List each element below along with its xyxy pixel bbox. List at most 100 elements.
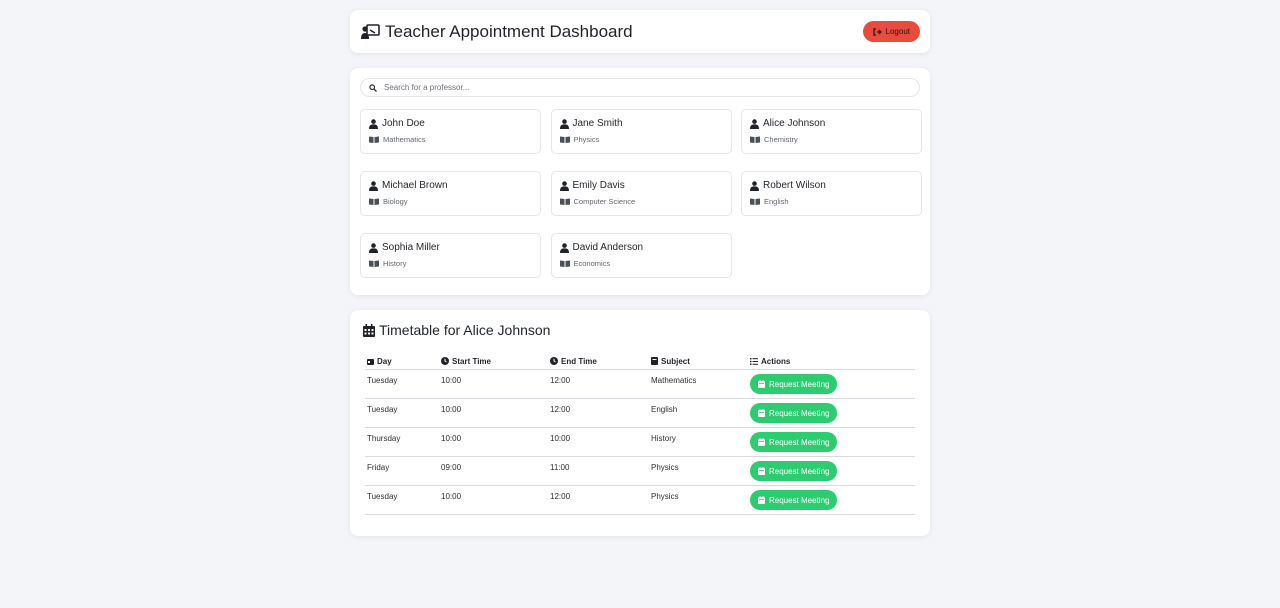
cell-text: Tuesday — [367, 376, 398, 385]
professor-name: John Doe — [382, 118, 425, 129]
page-title-text: Teacher Appointment Dashboard — [385, 21, 633, 41]
cell-end: 12:00 — [548, 369, 649, 399]
table-header-row: Day Start Time End Time Subject Actions — [365, 354, 915, 370]
calendar-plus-icon — [758, 380, 765, 388]
book-icon — [750, 136, 760, 143]
professor-name: Sophia Miller — [382, 242, 440, 253]
page-title: Teacher Appointment Dashboard — [361, 22, 633, 42]
cell-text: Friday — [367, 463, 390, 472]
cell-end: 12:00 — [548, 398, 649, 428]
cell-actions: Request Meeting — [748, 398, 915, 428]
request-meeting-button[interactable]: Request Meeting — [750, 490, 838, 510]
list-icon — [750, 358, 758, 365]
professor-subject: English — [764, 197, 789, 206]
cell-text: 10:00 — [441, 434, 462, 443]
cell-text: 10:00 — [441, 492, 462, 501]
cell-text: 11:00 — [550, 463, 570, 472]
cell-day: Tuesday — [365, 398, 439, 428]
cell-actions: Request Meeting — [748, 369, 915, 399]
cell-text: 12:00 — [550, 492, 571, 501]
column-label: Subject — [661, 357, 690, 366]
search-input[interactable] — [382, 82, 911, 93]
search-bar — [360, 78, 920, 97]
cell-day: Tuesday — [365, 369, 439, 399]
professor-card[interactable]: Michael Brown Biology — [360, 171, 541, 216]
table-row: Friday 09:00 11:00 Physics Request Meeti… — [365, 456, 915, 486]
cell-subject: Physics — [649, 456, 748, 486]
header: Teacher Appointment Dashboard Logout — [350, 10, 930, 53]
professor-name-row: John Doe — [369, 118, 532, 129]
calendar-plus-icon — [758, 467, 765, 475]
book-icon — [559, 260, 570, 267]
book-icon — [559, 198, 570, 205]
professor-card[interactable]: Alice Johnson Chemistry — [741, 109, 922, 154]
cell-actions: Request Meeting — [748, 485, 915, 515]
request-meeting-label: Request Meeting — [769, 408, 830, 418]
timetable-title: Timetable for Alice Johnson — [363, 322, 915, 338]
column-header-start: Start Time — [439, 354, 548, 370]
column-label: Day — [377, 357, 392, 366]
user-icon — [750, 118, 759, 129]
book-icon — [369, 260, 379, 267]
book-icon — [559, 136, 570, 143]
request-meeting-label: Request Meeting — [769, 437, 830, 447]
timetable-title-text: Timetable for Alice Johnson — [379, 322, 551, 338]
calendar-plus-icon — [758, 496, 765, 504]
clock-icon — [550, 357, 558, 365]
cell-subject: History — [649, 427, 748, 457]
professor-subject: History — [383, 259, 407, 268]
logout-label: Logout — [885, 27, 910, 36]
professor-card[interactable]: Sophia Miller History — [360, 233, 541, 278]
table-row: Tuesday 10:00 12:00 English Request Meet… — [365, 398, 915, 428]
column-header-end: End Time — [548, 354, 649, 370]
professor-panel: John Doe Mathematics Jane Smith Physics — [350, 68, 930, 295]
professor-name-row: David Anderson — [559, 242, 723, 253]
cell-subject: Physics — [649, 485, 748, 515]
book-icon — [369, 136, 379, 143]
cell-actions: Request Meeting — [748, 456, 915, 486]
user-icon — [369, 118, 378, 129]
cell-text: 10:00 — [550, 434, 571, 443]
professor-card[interactable]: Emily Davis Computer Science — [550, 171, 732, 216]
calendar-day-icon — [367, 359, 374, 365]
book-icon — [651, 357, 658, 365]
column-header-day: Day — [365, 354, 439, 370]
professor-subject: Physics — [573, 135, 600, 144]
cell-text: 12:00 — [550, 376, 571, 385]
professor-subject-row: Chemistry — [750, 135, 913, 144]
professor-name-row: Michael Brown — [369, 180, 532, 191]
request-meeting-button[interactable]: Request Meeting — [750, 374, 838, 394]
professor-subject: Computer Science — [573, 197, 636, 206]
cell-actions: Request Meeting — [748, 427, 915, 457]
cell-day: Friday — [365, 456, 439, 486]
professor-subject-row: English — [750, 197, 913, 206]
calendar-icon — [363, 323, 375, 337]
cell-end: 10:00 — [548, 427, 649, 457]
column-label: End Time — [561, 357, 597, 366]
professor-name: David Anderson — [572, 242, 644, 253]
professor-subject-row: Biology — [369, 197, 532, 206]
cell-text: 12:00 — [550, 405, 571, 414]
cell-text: Physics — [651, 492, 679, 501]
professor-name-row: Robert Wilson — [750, 180, 913, 191]
request-meeting-button[interactable]: Request Meeting — [750, 403, 838, 423]
request-meeting-button[interactable]: Request Meeting — [750, 461, 838, 481]
professor-card[interactable]: Robert Wilson English — [741, 171, 922, 216]
professor-grid: John Doe Mathematics Jane Smith Physics — [360, 109, 922, 278]
professor-subject: Biology — [383, 197, 408, 206]
professor-name-row: Jane Smith — [559, 118, 723, 129]
logout-button[interactable]: Logout — [862, 21, 920, 42]
cell-day: Tuesday — [365, 485, 439, 515]
user-icon — [559, 242, 569, 253]
cell-subject: English — [649, 398, 748, 428]
professor-card[interactable]: John Doe Mathematics — [360, 109, 541, 154]
professor-card[interactable]: David Anderson Economics — [550, 233, 732, 278]
request-meeting-button[interactable]: Request Meeting — [750, 432, 838, 452]
professor-subject: Chemistry — [764, 135, 798, 144]
table-row: Thursday 10:00 10:00 History Request Mee… — [365, 427, 915, 457]
professor-card[interactable]: Jane Smith Physics — [550, 109, 732, 154]
professor-name-row: Alice Johnson — [750, 118, 913, 129]
column-header-subject: Subject — [649, 354, 748, 370]
book-icon — [750, 198, 760, 205]
user-icon — [369, 242, 378, 253]
